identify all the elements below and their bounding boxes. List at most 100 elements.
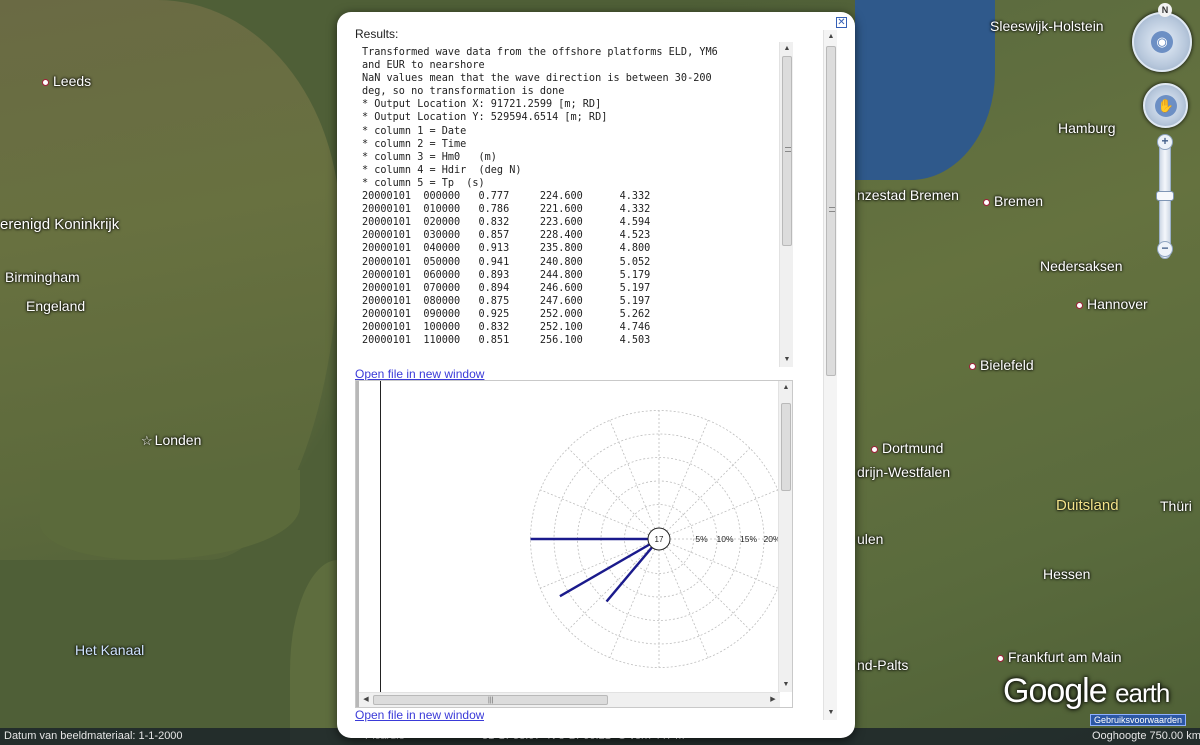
map-label-nedersaksen[interactable]: Nedersaksen bbox=[1040, 258, 1123, 274]
city-dot-icon bbox=[983, 198, 990, 206]
scroll-up-arrow-icon[interactable]: ▲ bbox=[780, 42, 793, 56]
results-label: Results: bbox=[355, 27, 399, 41]
capital-star-icon: ☆ bbox=[141, 433, 153, 448]
rose-sector-line bbox=[669, 542, 778, 589]
label-text: ulen bbox=[857, 531, 884, 547]
look-around-control[interactable]: ◉ bbox=[1132, 12, 1192, 72]
terms-of-use-link[interactable]: Gebruiksvoorwaarden bbox=[1090, 714, 1187, 726]
label-text: Birmingham bbox=[5, 269, 80, 285]
results-line: 20000101 110000 0.851 256.100 4.503 bbox=[362, 335, 651, 347]
rose-sector-line bbox=[609, 549, 656, 658]
grip-icon: ||| bbox=[488, 697, 494, 704]
scroll-thumb[interactable] bbox=[782, 56, 792, 246]
text-vertical-scrollbar[interactable]: ▲ ▼ bbox=[779, 42, 793, 367]
rose-sector-line bbox=[662, 420, 709, 529]
scroll-left-arrow-icon[interactable]: ◀ bbox=[359, 693, 373, 707]
map-label-palts[interactable]: nd-Palts bbox=[857, 657, 908, 673]
rose-calm-label: 17 bbox=[655, 535, 664, 544]
label-text: Hannover bbox=[1087, 296, 1148, 312]
zoom-out-button[interactable]: − bbox=[1157, 241, 1173, 257]
rose-sector-line bbox=[567, 447, 652, 532]
results-line: 20000101 090000 0.925 252.000 5.262 bbox=[362, 308, 651, 320]
map-label-duitsland[interactable]: Duitsland bbox=[1056, 497, 1119, 514]
rose-sector-line bbox=[609, 420, 656, 529]
scroll-up-arrow-icon[interactable]: ▲ bbox=[824, 30, 838, 44]
grip-icon bbox=[785, 147, 791, 152]
map-label-leeds[interactable]: Leeds bbox=[42, 73, 91, 89]
map-label-dortmund[interactable]: Dortmund bbox=[871, 440, 943, 456]
map-label-bielefeld[interactable]: Bielefeld bbox=[969, 357, 1034, 373]
eye-icon: ◉ bbox=[1151, 31, 1173, 53]
map-label-hamburg[interactable]: Hamburg bbox=[1058, 120, 1116, 136]
scroll-thumb[interactable] bbox=[826, 46, 836, 376]
map-label-hessen[interactable]: Hessen bbox=[1043, 566, 1090, 582]
map-label-engeland[interactable]: Engeland bbox=[26, 298, 85, 314]
imagery-date: Datum van beeldmateriaal: 1-1-2000 bbox=[4, 730, 183, 742]
city-dot-icon bbox=[969, 362, 976, 370]
label-text: nd-Palts bbox=[857, 657, 909, 673]
label-text: Het Kanaal bbox=[75, 642, 145, 658]
scroll-right-arrow-icon[interactable]: ▶ bbox=[766, 693, 780, 707]
rose-ring-label: 15% bbox=[740, 534, 757, 544]
map-label-frankfurt[interactable]: Frankfurt am Main bbox=[997, 649, 1122, 665]
map-label-birmingham[interactable]: Birmingham bbox=[5, 269, 80, 285]
label-text: Leeds bbox=[53, 73, 92, 89]
map-label-thuringen[interactable]: Thüri bbox=[1160, 498, 1192, 514]
plot-horizontal-scrollbar[interactable]: ◀ ||| ▶ bbox=[359, 692, 780, 707]
label-text: erenigd Koninkrijk bbox=[0, 216, 120, 233]
results-line: deg, so no transformation is done bbox=[362, 86, 565, 98]
wind-rose-panel[interactable]: 17 5% 10% 15% 20% ▲ ▼ ◀ ||| ▶ bbox=[355, 380, 793, 708]
label-text: Duitsland bbox=[1056, 497, 1119, 514]
scroll-thumb[interactable] bbox=[781, 403, 791, 491]
rose-sector-line bbox=[567, 546, 652, 631]
label-text: Dortmund bbox=[882, 440, 944, 456]
close-icon[interactable]: ✕ bbox=[836, 17, 847, 28]
map-label-koninkrijk[interactable]: erenigd Koninkrijk bbox=[0, 216, 119, 233]
zoom-slider-thumb[interactable] bbox=[1156, 191, 1174, 201]
grip-icon bbox=[829, 207, 835, 212]
open-file-link-1[interactable]: Open file in new window bbox=[355, 367, 484, 381]
eye-altitude: Ooghoogte 750.00 km bbox=[1092, 730, 1200, 742]
label-text: Frankfurt am Main bbox=[1008, 649, 1122, 665]
results-line: NaN values mean that the wave direction … bbox=[362, 73, 712, 85]
label-text: Hessen bbox=[1043, 566, 1091, 582]
label-text: drijn-Westfalen bbox=[857, 464, 951, 480]
hand-icon: ✋ bbox=[1155, 95, 1177, 117]
rose-sector-line bbox=[540, 489, 649, 536]
results-line: 20000101 010000 0.786 221.600 4.332 bbox=[362, 204, 651, 216]
land-south-england bbox=[40, 470, 300, 560]
results-text-panel[interactable]: Transformed wave data from the offshore … bbox=[355, 42, 793, 367]
balloon-vertical-scrollbar[interactable]: ▲ ▼ bbox=[823, 30, 837, 720]
results-line: * column 1 = Date bbox=[362, 125, 467, 137]
scroll-down-arrow-icon[interactable]: ▼ bbox=[824, 706, 838, 720]
results-line: * column 5 = Tp (s) bbox=[362, 177, 485, 189]
scroll-up-arrow-icon[interactable]: ▲ bbox=[779, 381, 792, 395]
zoom-in-button[interactable]: + bbox=[1157, 134, 1173, 150]
label-text: Bremen bbox=[994, 193, 1044, 209]
map-label-bremen[interactable]: Bremen bbox=[983, 193, 1043, 209]
city-dot-icon bbox=[871, 445, 878, 453]
label-text: Thüri bbox=[1160, 498, 1192, 514]
map-label-ulen[interactable]: ulen bbox=[857, 531, 883, 547]
north-indicator[interactable]: N bbox=[1158, 3, 1172, 17]
scroll-down-arrow-icon[interactable]: ▼ bbox=[779, 678, 792, 692]
label-text: Engeland bbox=[26, 298, 86, 314]
scroll-down-arrow-icon[interactable]: ▼ bbox=[780, 353, 793, 367]
logo-google-text: Google bbox=[1003, 672, 1108, 710]
map-label-hannover[interactable]: Hannover bbox=[1076, 296, 1148, 312]
map-label-bremen-stad[interactable]: nzestad Bremen bbox=[857, 187, 959, 203]
plot-vertical-scrollbar[interactable]: ▲ ▼ bbox=[778, 381, 792, 692]
city-dot-icon bbox=[1076, 301, 1083, 309]
map-label-westfalen[interactable]: drijn-Westfalen bbox=[857, 464, 950, 480]
scroll-thumb[interactable]: ||| bbox=[373, 695, 608, 705]
rose-sector-line bbox=[669, 489, 778, 536]
open-file-link-2[interactable]: Open file in new window bbox=[355, 708, 484, 722]
map-label-kanaal[interactable]: Het Kanaal bbox=[75, 642, 144, 658]
results-line: Transformed wave data from the offshore … bbox=[362, 47, 718, 58]
results-line: 20000101 000000 0.777 224.600 4.332 bbox=[362, 191, 651, 203]
results-line: 20000101 050000 0.941 240.800 5.052 bbox=[362, 256, 651, 268]
map-label-sleeswijk[interactable]: Sleeswijk-Holstein bbox=[990, 18, 1104, 34]
move-control[interactable]: ✋ bbox=[1143, 83, 1188, 128]
map-label-londen[interactable]: ☆ Londen bbox=[141, 432, 201, 449]
results-line: 20000101 080000 0.875 247.600 5.197 bbox=[362, 295, 651, 307]
